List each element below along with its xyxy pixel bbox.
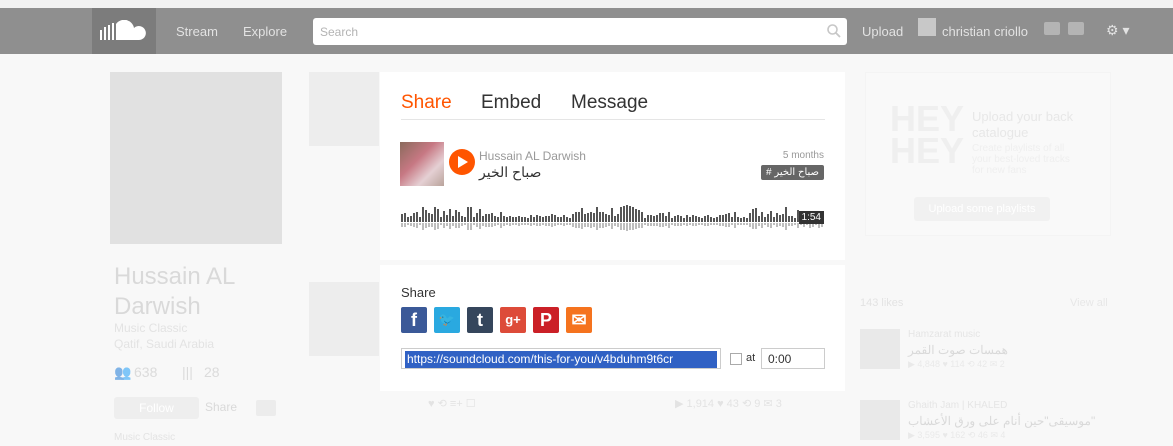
tab-share[interactable]: Share <box>401 92 452 114</box>
email-icon[interactable]: ✉ <box>566 307 592 333</box>
facebook-icon[interactable]: f <box>401 307 427 333</box>
share-url-field <box>401 348 721 369</box>
share-heading: Share <box>401 285 436 300</box>
twitter-icon[interactable]: 🐦 <box>434 307 460 333</box>
start-at-checkbox[interactable] <box>730 353 742 365</box>
tab-message[interactable]: Message <box>571 92 648 114</box>
share-url-input[interactable] <box>405 350 717 368</box>
posted-time: 5 months <box>782 150 824 161</box>
track-artwork <box>400 142 444 186</box>
share-modal: Share Embed Message Hussain AL Darwish ص… <box>380 72 845 260</box>
tab-embed[interactable]: Embed <box>481 92 541 114</box>
start-at-label: at <box>746 352 756 364</box>
track-title[interactable]: صباح الخير <box>479 164 541 181</box>
tumblr-icon[interactable]: t <box>467 307 493 333</box>
play-button[interactable] <box>449 149 475 175</box>
pinterest-icon[interactable]: P <box>533 307 559 333</box>
start-time-field <box>761 348 825 369</box>
waveform[interactable] <box>401 196 825 236</box>
modal-tabs: Share Embed Message <box>401 92 825 120</box>
google-plus-icon[interactable]: g+ <box>500 307 526 333</box>
start-time-input[interactable] <box>762 349 824 368</box>
play-icon <box>458 156 468 168</box>
track-duration: 1:54 <box>798 211 824 224</box>
track-tag[interactable]: # صباح الخير <box>761 165 824 180</box>
track-artist[interactable]: Hussain AL Darwish <box>479 149 586 163</box>
share-panel: Share f 🐦 t g+ P ✉ at <box>380 265 845 391</box>
